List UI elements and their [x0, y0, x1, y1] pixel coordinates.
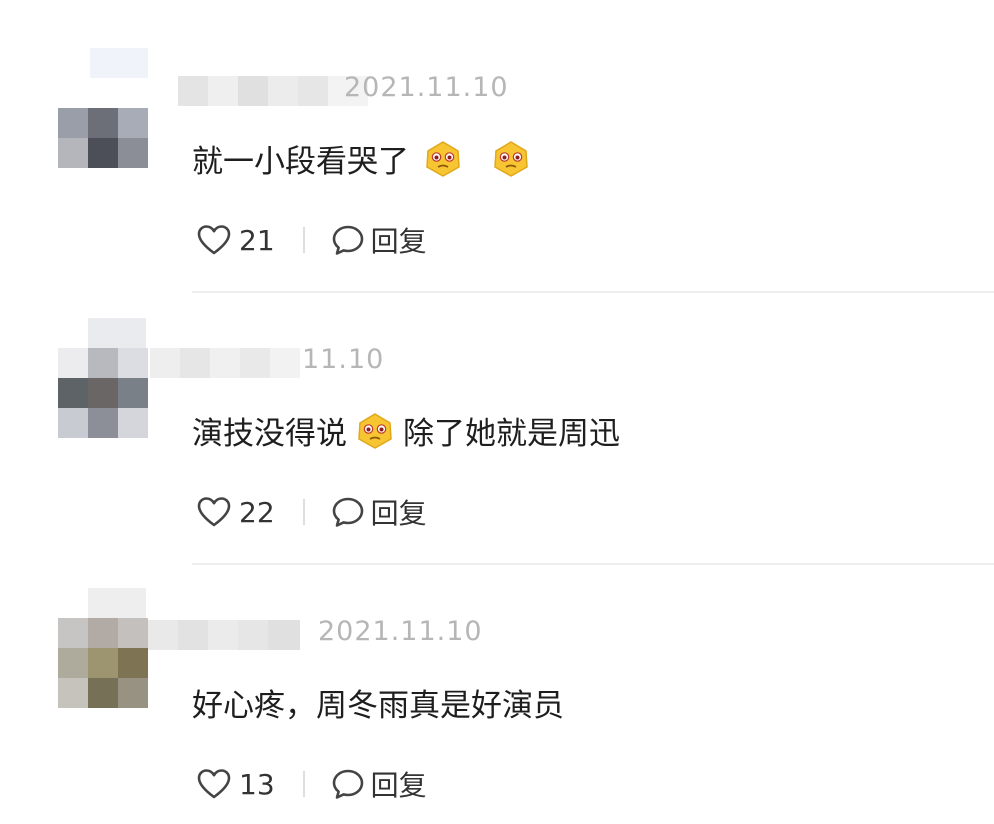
action-divider — [302, 227, 305, 253]
comment-actions: 22 回复 — [197, 492, 427, 532]
avatar-blur-top — [88, 588, 146, 618]
comment-text-tail: 除了她就是周迅 — [403, 416, 620, 452]
speech-bubble-icon — [332, 225, 363, 255]
comment-text-main: 就一小段看哭了 — [192, 144, 409, 180]
comment-text: 好心疼，周冬雨真是好演员 — [192, 680, 564, 725]
comment-text-main: 演技没得说 — [192, 416, 347, 452]
username-blurred[interactable] — [178, 76, 368, 106]
avatar[interactable] — [58, 618, 148, 708]
comment-actions: 13 回复 — [197, 764, 427, 804]
username-blurred[interactable] — [150, 348, 300, 378]
reply-label: 回复 — [370, 769, 427, 802]
reply-label: 回复 — [370, 225, 427, 258]
comment-date: 2021.11.10 — [318, 616, 483, 647]
action-divider — [302, 499, 305, 525]
avatar-blur-top — [90, 48, 148, 78]
comment-text-main: 好心疼，周冬雨真是好演员 — [192, 688, 564, 724]
heart-outline-icon — [197, 497, 231, 527]
teary-face-emoji-icon — [426, 140, 460, 177]
comment-divider — [192, 291, 994, 293]
like-count: 13 — [239, 767, 275, 801]
teary-face-emoji-icon — [358, 412, 392, 449]
action-divider — [302, 771, 305, 797]
avatar[interactable] — [58, 348, 148, 438]
speech-bubble-icon — [332, 497, 363, 527]
comment-date: 11.10 — [302, 344, 385, 375]
comment-date: 2021.11.10 — [344, 72, 509, 103]
like-button[interactable]: 21 — [197, 224, 275, 257]
comment-actions: 21 回复 — [197, 220, 427, 260]
comment-text: 就一小段看哭了 — [192, 136, 541, 181]
teary-face-emoji-icon — [494, 140, 528, 177]
comment-divider — [192, 563, 994, 565]
reply-button[interactable]: 回复 — [331, 764, 427, 804]
comment-text: 演技没得说 除了她就是周迅 — [192, 408, 620, 453]
heart-outline-icon — [197, 225, 231, 255]
speech-bubble-icon — [332, 769, 363, 799]
username-blurred[interactable] — [148, 620, 300, 650]
like-button[interactable]: 13 — [197, 768, 275, 801]
like-count: 22 — [239, 495, 275, 529]
reply-label: 回复 — [370, 497, 427, 530]
avatar-blur-top — [88, 318, 146, 348]
heart-outline-icon — [197, 769, 231, 799]
avatar[interactable] — [58, 108, 148, 198]
reply-button[interactable]: 回复 — [331, 492, 427, 532]
like-button[interactable]: 22 — [197, 496, 275, 529]
like-count: 21 — [239, 223, 275, 257]
reply-button[interactable]: 回复 — [331, 220, 427, 260]
